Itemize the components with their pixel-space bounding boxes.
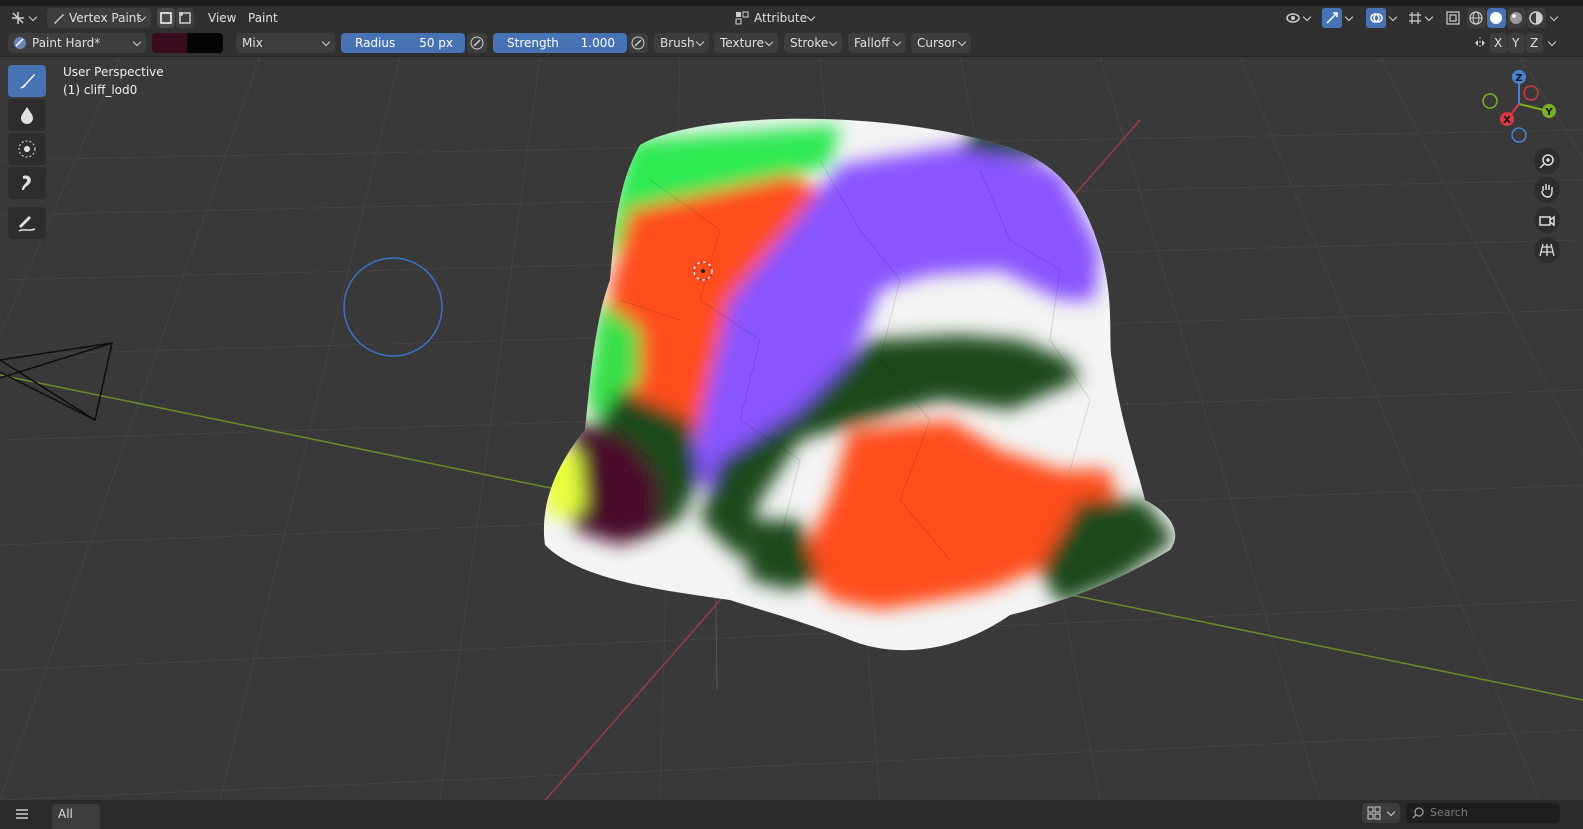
- camera-view-button[interactable]: [1534, 207, 1560, 233]
- gizmo-icon: [1326, 12, 1338, 24]
- menu-paint[interactable]: Paint: [242, 8, 284, 28]
- view-name: User Perspective: [63, 65, 164, 79]
- mode-selector[interactable]: Vertex Paint: [47, 8, 151, 28]
- camera-icon: [1539, 215, 1555, 227]
- radius-label: Radius: [355, 36, 396, 50]
- pen-pressure-icon: [631, 36, 645, 50]
- mirror-y-button[interactable]: Y: [1508, 33, 1525, 53]
- mirror-z-button[interactable]: Z: [1526, 33, 1543, 53]
- menu-view[interactable]: View: [202, 8, 242, 28]
- average-brush-icon: [18, 140, 36, 158]
- 3d-viewport[interactable]: User Perspective (1) cliff_lod0 Z Y X: [0, 57, 1583, 800]
- blend-mode-dropdown[interactable]: Mix: [236, 33, 335, 53]
- mode-label: Vertex Paint: [69, 11, 142, 25]
- attribute-label: Attribute: [754, 11, 807, 25]
- zoom-icon: [1539, 154, 1554, 169]
- symmetry-options[interactable]: [1545, 33, 1561, 53]
- viewport-header: Vertex Paint View Paint Attribute: [0, 6, 1583, 30]
- smear-brush-icon: [22, 175, 31, 190]
- radius-pressure-toggle[interactable]: [467, 33, 487, 53]
- secondary-color-swatch[interactable]: [187, 33, 223, 53]
- xray-toggle[interactable]: [1443, 8, 1463, 28]
- gizmo-y-label: Y: [1544, 107, 1553, 118]
- strength-value: 1.000: [580, 36, 615, 50]
- editor-type-button[interactable]: [6, 8, 42, 28]
- gizmo-z-label: Z: [1515, 73, 1522, 84]
- mirror-x-button[interactable]: X: [1490, 33, 1507, 53]
- solid-sphere-icon: [1490, 12, 1502, 24]
- mask-toggle-face[interactable]: [157, 8, 175, 28]
- viewport-scene[interactable]: [0, 57, 1583, 800]
- shading-wireframe[interactable]: [1467, 8, 1486, 28]
- rendered-sphere-icon: [1529, 11, 1543, 25]
- brush-name: Paint Hard*: [32, 36, 101, 50]
- eye-icon: [1286, 13, 1300, 23]
- tool-annotate[interactable]: [8, 207, 46, 239]
- tool-draw[interactable]: [8, 65, 46, 97]
- strength-label: Strength: [507, 36, 559, 50]
- vertex-paint-icon: [54, 14, 64, 24]
- object-name: (1) cliff_lod0: [63, 83, 138, 97]
- tool-settings-header: Paint Hard* Mix Radius 50 px Strength 1.…: [0, 30, 1583, 57]
- strength-pressure-toggle[interactable]: [628, 33, 648, 53]
- draw-brush-icon: [19, 74, 35, 89]
- shading-material[interactable]: [1507, 8, 1526, 28]
- perspective-toggle-button[interactable]: [1534, 237, 1560, 263]
- shading-rendered[interactable]: [1527, 8, 1546, 28]
- filter-all-tab[interactable]: All: [52, 804, 100, 829]
- asset-shelf-footer: All Search: [0, 800, 1583, 829]
- pen-pressure-icon: [470, 36, 484, 50]
- attribute-dropdown[interactable]: Attribute: [730, 8, 820, 28]
- overlays-icon: [1370, 13, 1383, 23]
- 3d-viewport-icon: [12, 12, 24, 24]
- navigation-gizmo[interactable]: Z Y X: [1475, 64, 1565, 154]
- zoom-button[interactable]: [1534, 148, 1560, 174]
- mesh-overlay-icon: [1409, 12, 1421, 24]
- shading-options[interactable]: [1547, 8, 1563, 28]
- gizmo-toggle[interactable]: [1322, 8, 1358, 28]
- brush-selector[interactable]: Paint Hard*: [8, 33, 146, 53]
- grid-perspective-icon: [1539, 243, 1555, 257]
- grid-view-icon: [1367, 806, 1381, 820]
- mask-toggle-vertex[interactable]: [176, 8, 194, 28]
- hand-icon: [1541, 184, 1553, 198]
- wireframe-options[interactable]: [1406, 8, 1438, 28]
- annotate-icon: [18, 216, 36, 232]
- face-mask-icon: [160, 12, 172, 24]
- brush-menu[interactable]: Brush: [654, 33, 709, 53]
- stroke-menu[interactable]: Stroke: [784, 33, 842, 53]
- material-sphere-icon: [1510, 12, 1522, 24]
- xray-icon: [1446, 11, 1460, 25]
- tool-blur[interactable]: [8, 99, 46, 131]
- visibility-dropdown[interactable]: [1284, 8, 1316, 28]
- radius-value: 50 px: [419, 36, 453, 50]
- mirror-icon: [1475, 37, 1485, 49]
- gizmo-x-label: X: [1503, 115, 1511, 126]
- brush-radius-cursor: [343, 257, 443, 357]
- texture-menu[interactable]: Texture: [714, 33, 778, 53]
- primary-color-swatch[interactable]: [152, 33, 187, 53]
- hamburger-icon: [16, 809, 28, 819]
- attribute-icon: [735, 11, 749, 25]
- wireframe-sphere-icon: [1469, 11, 1483, 25]
- cliff-mesh: [543, 118, 1176, 651]
- cursor-menu[interactable]: Cursor: [911, 33, 971, 53]
- blur-brush-icon: [21, 107, 33, 124]
- radius-slider[interactable]: Radius 50 px: [341, 33, 465, 53]
- search-input[interactable]: Search: [1406, 803, 1560, 823]
- tool-smear[interactable]: [8, 167, 46, 199]
- pan-button[interactable]: [1534, 177, 1560, 203]
- tool-average[interactable]: [8, 133, 46, 165]
- shelf-menu-button[interactable]: [10, 804, 34, 824]
- brush-icon: [14, 37, 26, 49]
- strength-slider[interactable]: Strength 1.000: [493, 33, 627, 53]
- symmetry-toggle[interactable]: [1470, 33, 1490, 53]
- display-mode-button[interactable]: [1362, 803, 1400, 823]
- shading-solid[interactable]: [1487, 8, 1506, 28]
- overlays-toggle[interactable]: [1366, 8, 1402, 28]
- vertex-mask-icon: [179, 12, 191, 24]
- falloff-menu[interactable]: Falloff: [848, 33, 906, 53]
- search-icon: [1412, 807, 1424, 819]
